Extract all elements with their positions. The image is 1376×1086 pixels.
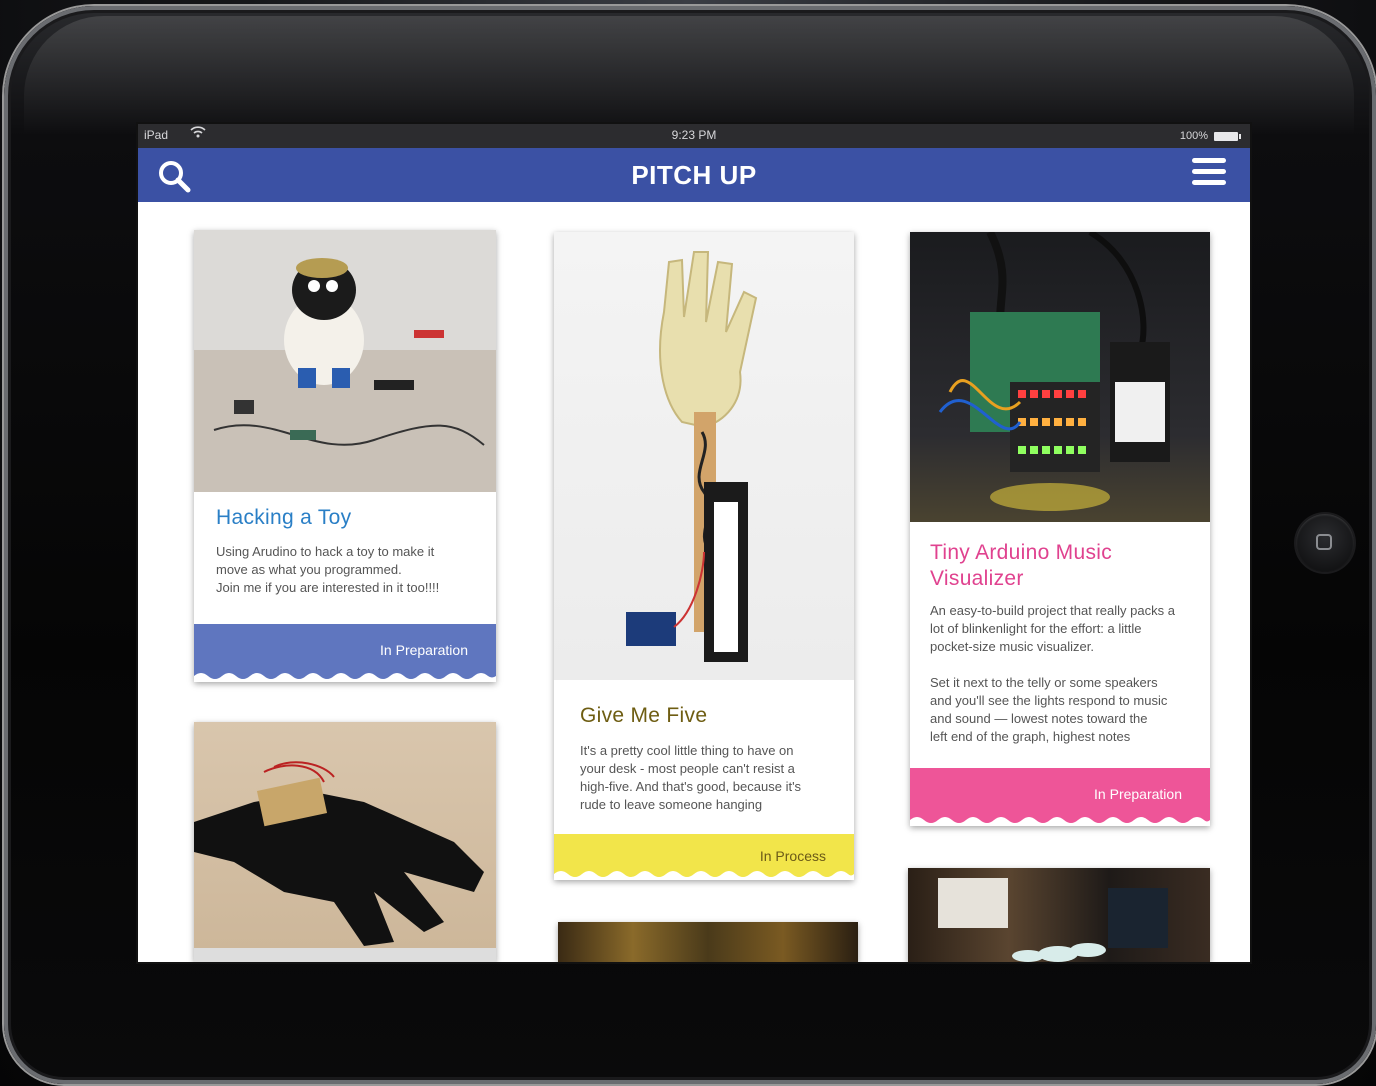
project-image-hand [554,232,854,680]
card-title: Tiny Arduino Music Visualizer [930,541,1113,590]
status-label: In Preparation [1094,786,1182,802]
status-badge: In Preparation [194,624,496,682]
status-badge: In Preparation [910,768,1210,826]
status-badge: In Process [554,834,854,880]
project-card-studio[interactable] [908,868,1210,962]
status-label: In Process [759,848,826,864]
card-description: It's a pretty cool little thing to have … [580,743,802,812]
card-title: Give Me Five [580,704,708,727]
card-footer-strip [194,948,496,962]
frame-shine [24,16,1354,136]
zigzag-edge [554,871,854,880]
project-card-garden[interactable] [558,922,858,962]
battery-icon [1214,132,1241,141]
project-card-music-visualizer[interactable]: Tiny Arduino Music Visualizer An easy-to… [910,232,1210,826]
status-bar: iPad 9:23 PM 100% [138,124,1250,148]
zigzag-edge [194,673,496,682]
home-button-icon [1316,534,1332,550]
project-card-glove[interactable] [194,722,496,962]
app-screen: iPad 9:23 PM 100% PITCH UP Hacking a Toy… [138,124,1250,962]
app-header: PITCH UP [138,148,1250,202]
clock: 9:23 PM [671,128,717,142]
card-description: Using Arudino to hack a toy to make it m… [216,544,440,595]
home-button[interactable] [1296,514,1354,572]
app-title: PITCH UP [631,160,757,190]
project-image-toy [194,230,496,492]
battery-percent: 100% [1179,130,1208,142]
project-image-studio [908,868,1210,962]
hamburger-menu-icon[interactable] [1192,158,1226,190]
project-card-hacking-a-toy[interactable]: Hacking a Toy Using Arudino to hack a to… [194,230,496,682]
card-description: An easy-to-build project that really pac… [930,603,1175,744]
card-title: Hacking a Toy [216,506,352,529]
project-card-give-me-five[interactable]: Give Me Five It's a pretty cool little t… [554,232,854,880]
project-image-glove [194,722,496,948]
status-label: In Preparation [380,642,468,658]
project-feed[interactable]: Hacking a Toy Using Arudino to hack a to… [138,202,1250,962]
project-image-garden [558,922,858,962]
project-image-arduino [910,232,1210,522]
zigzag-edge [910,817,1210,826]
